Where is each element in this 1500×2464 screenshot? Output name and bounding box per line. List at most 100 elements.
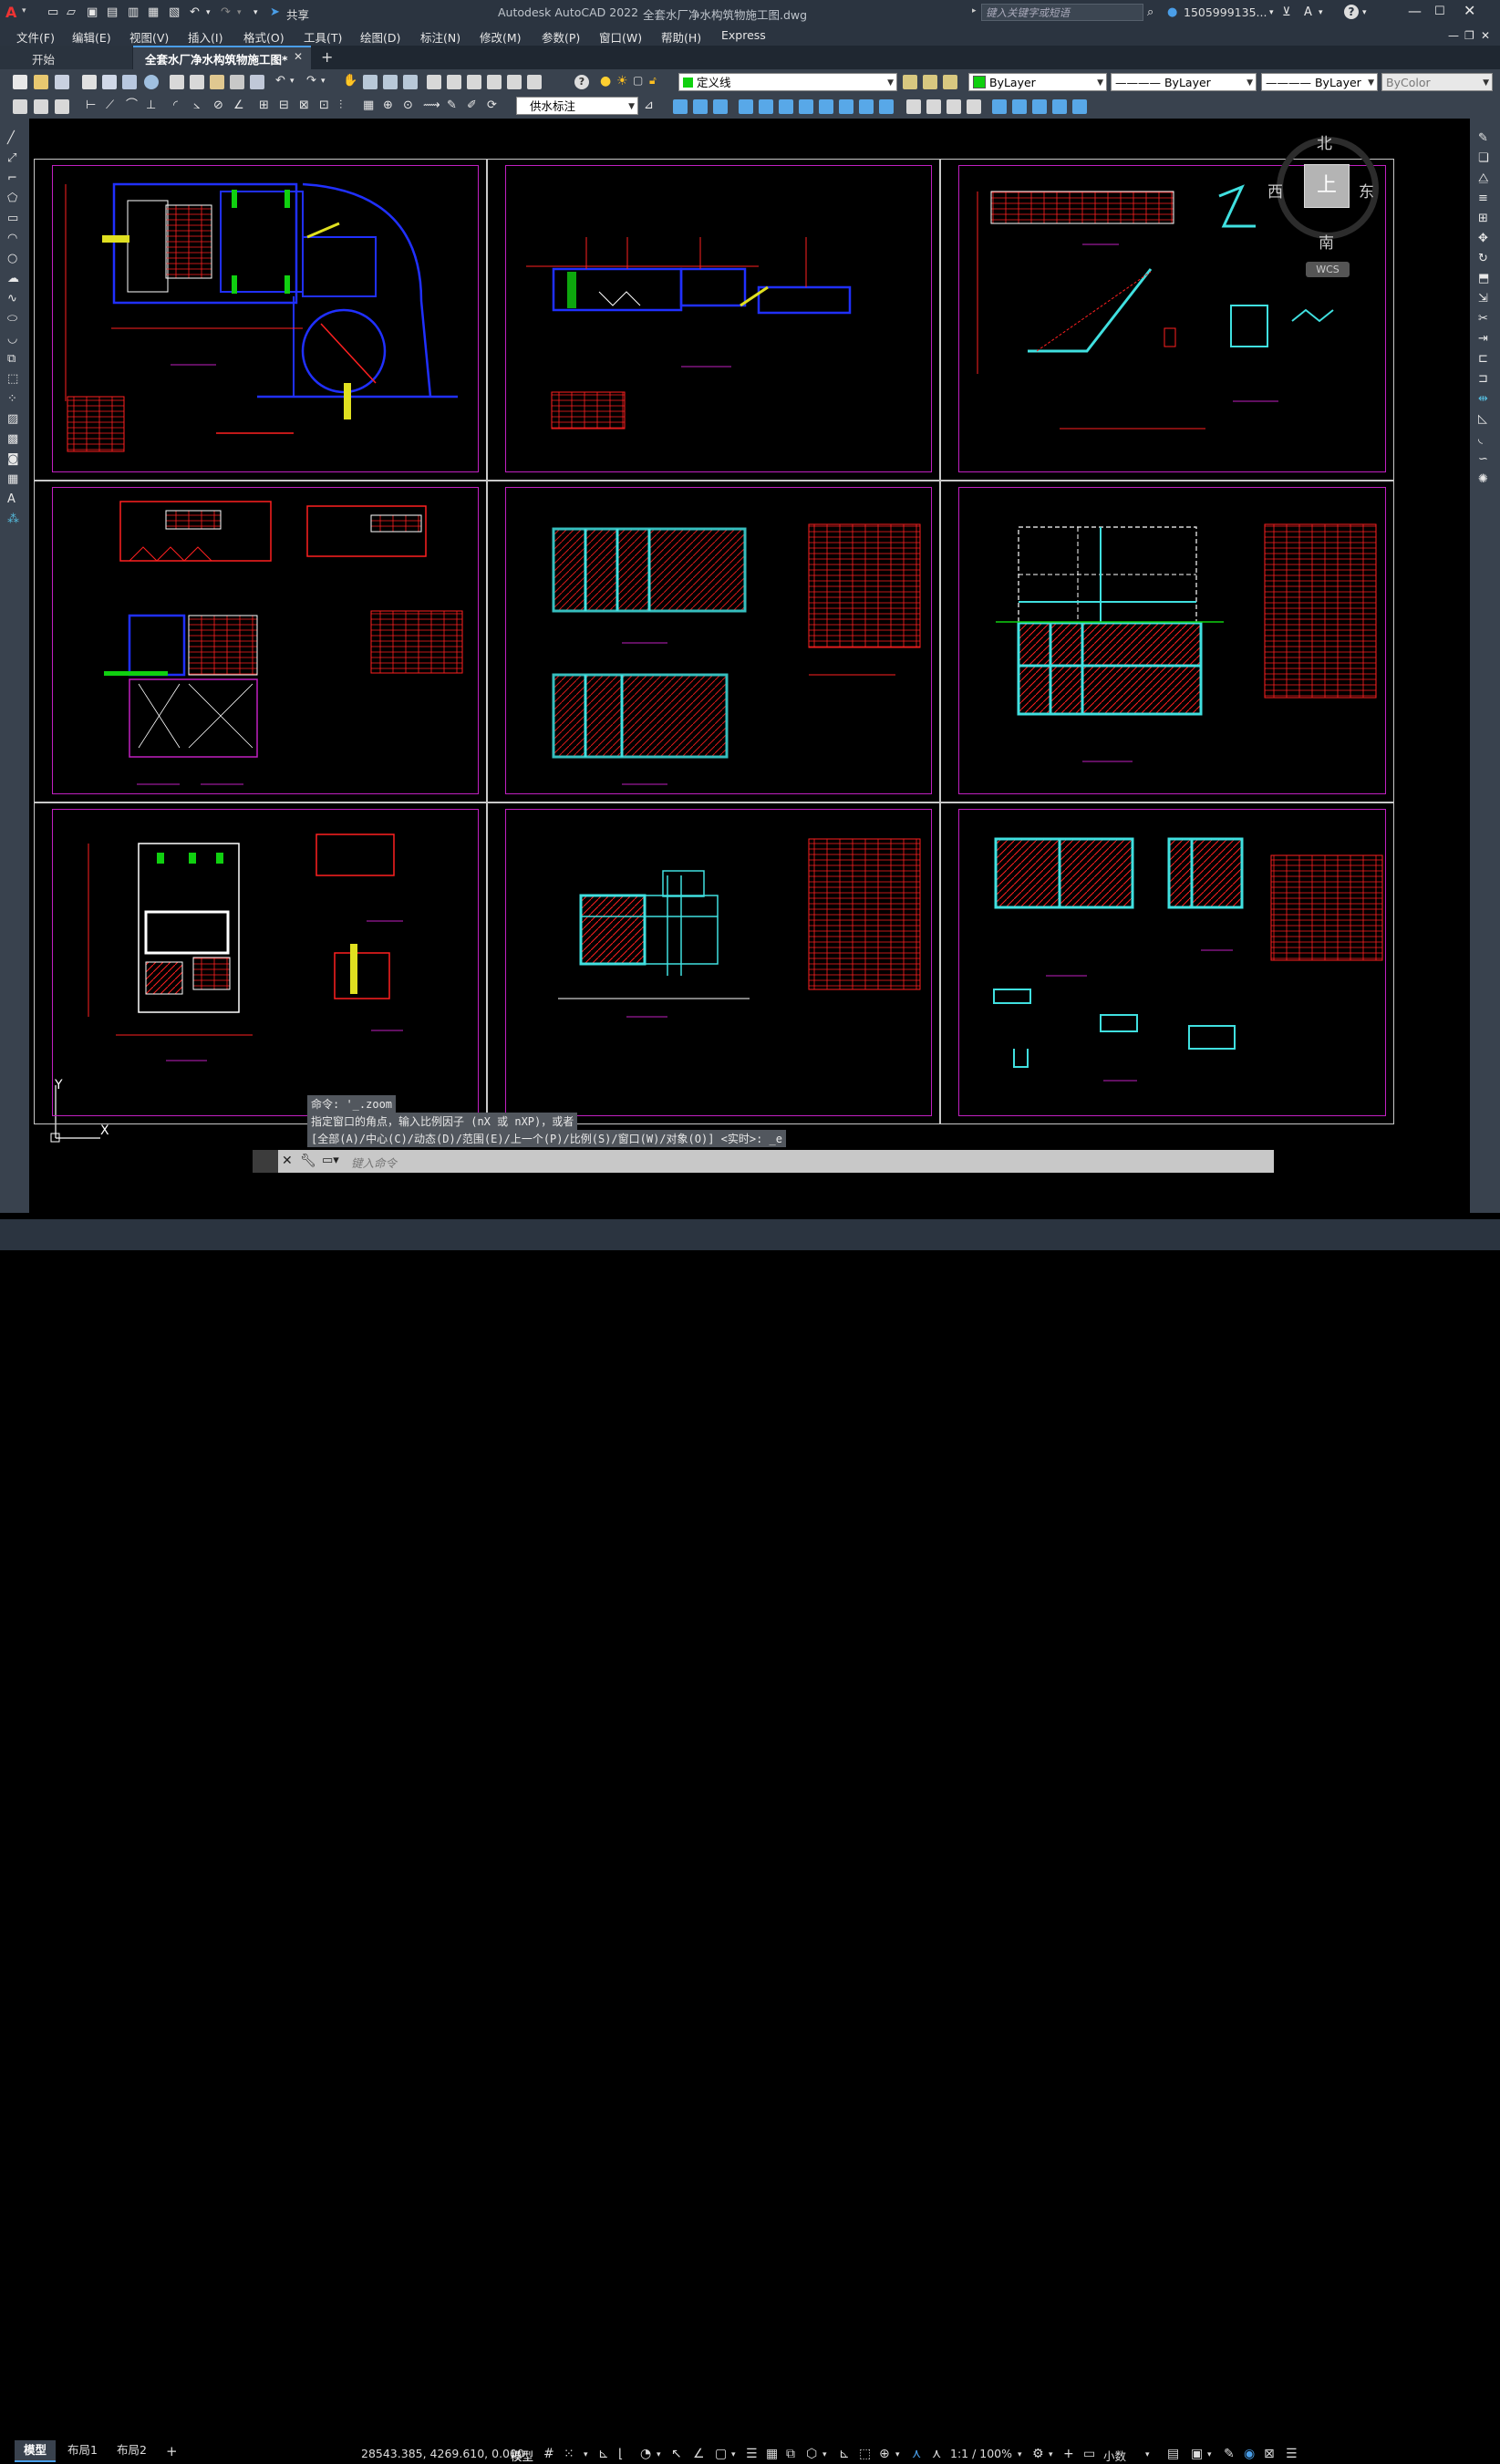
dim-arc-icon[interactable]: ⌒ bbox=[126, 98, 138, 113]
scale-dropdown-icon[interactable]: ▾ bbox=[1018, 2450, 1022, 2459]
cart-icon[interactable]: ⊻ bbox=[1282, 5, 1291, 20]
paste-icon[interactable] bbox=[210, 75, 224, 89]
layout-tab-model[interactable]: 模型 bbox=[15, 2440, 57, 2462]
gradient-left-icon[interactable]: ▩ bbox=[7, 432, 18, 447]
user-icon[interactable]: ● bbox=[1167, 5, 1177, 20]
region-icon[interactable] bbox=[779, 99, 793, 114]
tab-active-drawing[interactable]: 全套水厂净水构筑物施工图* ✕ bbox=[133, 46, 311, 69]
publish-icon[interactable] bbox=[122, 75, 137, 89]
explode-right-icon[interactable]: ✺ bbox=[1478, 472, 1488, 487]
rectangle-icon[interactable]: ▭ bbox=[7, 212, 18, 226]
workspace-icon[interactable] bbox=[13, 99, 27, 114]
menu-file[interactable]: 文件(F) bbox=[16, 28, 55, 46]
insert-icon[interactable]: ⧉ bbox=[7, 352, 16, 367]
close-icon[interactable]: ✕ bbox=[1464, 4, 1475, 18]
trim-icon[interactable] bbox=[906, 99, 921, 114]
lineweight-combo[interactable]: ———— ByLayer ▼ bbox=[1261, 73, 1378, 91]
snap-dropdown-icon[interactable]: ▾ bbox=[584, 2450, 588, 2459]
table-icon[interactable]: ▦ bbox=[7, 472, 18, 487]
open-folder-icon[interactable]: ▱ bbox=[67, 5, 76, 20]
mirror-icon[interactable] bbox=[859, 99, 874, 114]
dim-jogged-icon[interactable]: ⦣ bbox=[193, 98, 200, 113]
dim-style-manager-icon[interactable]: ⊿ bbox=[644, 98, 654, 113]
table-tb-icon[interactable] bbox=[799, 99, 813, 114]
units-icon[interactable]: ▭ bbox=[1083, 2447, 1095, 2461]
snap-icon[interactable]: ⁙ bbox=[564, 2447, 574, 2461]
break-point-icon[interactable]: ⊏ bbox=[1478, 352, 1488, 367]
copy-right-icon[interactable]: ❏ bbox=[1478, 151, 1489, 166]
dim-space-icon[interactable]: ⊡ bbox=[319, 98, 329, 113]
customization-icon[interactable]: ☰ bbox=[1286, 2447, 1298, 2461]
dim-style-combo[interactable]: 供水标注 ▼ bbox=[516, 97, 638, 115]
menu-help[interactable]: 帮助(H) bbox=[661, 28, 701, 46]
linetype-combo[interactable]: ———— ByLayer ▼ bbox=[1111, 73, 1257, 91]
3d-osnap-icon[interactable]: ⬡ bbox=[806, 2447, 817, 2461]
pan-icon[interactable]: ✋ bbox=[343, 74, 357, 88]
save-icon[interactable]: ▣ bbox=[87, 5, 98, 20]
print-icon[interactable]: ▧ bbox=[169, 5, 180, 20]
new-tab-button[interactable]: + bbox=[321, 48, 333, 66]
chamfer-right-icon[interactable]: ◺ bbox=[1478, 412, 1487, 427]
layout-tab-layout1[interactable]: 布局1 bbox=[58, 2440, 107, 2460]
polyline-icon[interactable]: ⌐ bbox=[7, 171, 17, 186]
gizmo-icon[interactable]: ⊕ bbox=[879, 2447, 890, 2461]
3d-dwf-icon[interactable] bbox=[144, 75, 159, 89]
sheet-set-icon[interactable] bbox=[487, 75, 502, 89]
annotation-monitor-icon[interactable]: + bbox=[1063, 2447, 1074, 2461]
stretch-icon[interactable] bbox=[1072, 99, 1087, 114]
design-center-icon[interactable] bbox=[447, 75, 461, 89]
menu-parametric[interactable]: 参数(P) bbox=[542, 28, 580, 46]
dim-diameter-icon[interactable]: ⊘ bbox=[213, 98, 223, 113]
offset-right-icon[interactable]: ≡ bbox=[1478, 192, 1488, 206]
properties-icon[interactable] bbox=[427, 75, 441, 89]
gizmo-dropdown-icon[interactable]: ▾ bbox=[895, 2450, 900, 2459]
grid-icon[interactable]: # bbox=[543, 2447, 554, 2461]
dynamic-ucs-icon[interactable]: ⊾ bbox=[839, 2447, 850, 2461]
menu-edit[interactable]: 编辑(E) bbox=[72, 28, 111, 46]
redo-dropdown-icon[interactable]: ▾ bbox=[237, 5, 242, 20]
annotation-scale-readout[interactable]: 1:1 / 100% bbox=[950, 2447, 1012, 2460]
viewcube-north[interactable]: 北 bbox=[1317, 130, 1332, 153]
make-block-icon[interactable] bbox=[693, 99, 708, 114]
layer-combo[interactable]: 定义线 ▼ bbox=[678, 73, 897, 91]
redo-icon[interactable]: ↷ bbox=[221, 5, 231, 20]
ellipse-icon[interactable]: ⬭ bbox=[7, 312, 17, 326]
join-icon[interactable] bbox=[967, 99, 981, 114]
construction-line-icon[interactable]: ⤢ bbox=[7, 151, 16, 166]
doc-minimize-icon[interactable]: — bbox=[1448, 28, 1459, 43]
dim-edit-icon[interactable]: ✎ bbox=[447, 98, 457, 113]
chamfer-icon[interactable] bbox=[992, 99, 1007, 114]
app-menu-dropdown-icon[interactable]: ▾ bbox=[22, 6, 26, 16]
zoom-window-icon[interactable] bbox=[383, 75, 398, 89]
line-icon[interactable]: ╱ bbox=[7, 131, 15, 146]
layer-on-icon[interactable]: ● bbox=[600, 74, 611, 88]
viewcube-west[interactable]: 西 bbox=[1267, 179, 1283, 202]
fillet-icon[interactable] bbox=[1012, 99, 1027, 114]
add-selected-icon[interactable]: ⁂ bbox=[7, 512, 19, 527]
object-snap-tracking-icon[interactable]: ∠ bbox=[693, 2447, 705, 2461]
search-icon[interactable]: ⌕ bbox=[1147, 5, 1153, 20]
layer-properties-icon[interactable] bbox=[34, 99, 48, 114]
search-expand-icon[interactable]: ▸ bbox=[972, 6, 977, 16]
rotate-icon[interactable]: ↻ bbox=[1478, 252, 1488, 266]
mtext-icon[interactable]: A bbox=[7, 492, 16, 507]
workspace-gear-icon[interactable]: ⚙ bbox=[1032, 2447, 1044, 2461]
coordinate-readout[interactable]: 28543.385, 4269.610, 0.000 bbox=[361, 2447, 524, 2460]
markup-icon[interactable] bbox=[507, 75, 522, 89]
menu-modify[interactable]: 修改(M) bbox=[480, 28, 522, 46]
units-dropdown-icon[interactable]: ▾ bbox=[1145, 2450, 1150, 2459]
dim-break-icon[interactable]: ⫶ bbox=[339, 98, 342, 113]
doc-restore-icon[interactable]: ❐ bbox=[1464, 28, 1474, 43]
workspace-dropdown-icon[interactable]: ▾ bbox=[1049, 2450, 1053, 2459]
dim-text-edit-icon[interactable]: ✐ bbox=[467, 98, 477, 113]
mtext-tb-icon[interactable] bbox=[819, 99, 833, 114]
erase-icon[interactable]: ✎ bbox=[1478, 131, 1488, 146]
isodraft-icon[interactable]: ↖ bbox=[671, 2447, 682, 2461]
help-dropdown-icon[interactable]: ▾ bbox=[1362, 5, 1367, 20]
move-icon[interactable]: ✥ bbox=[1478, 232, 1488, 246]
arc-icon[interactable]: ◠ bbox=[7, 232, 17, 246]
plot-icon[interactable] bbox=[82, 75, 97, 89]
menu-format[interactable]: 格式(O) bbox=[243, 28, 284, 46]
ortho-icon[interactable]: ⌊ bbox=[618, 2447, 623, 2461]
model-space-canvas[interactable]: 上 北 南 东 西 WCS Y X 命令: '_.zoom 指定窗口的角点，输入… bbox=[29, 119, 1470, 1212]
